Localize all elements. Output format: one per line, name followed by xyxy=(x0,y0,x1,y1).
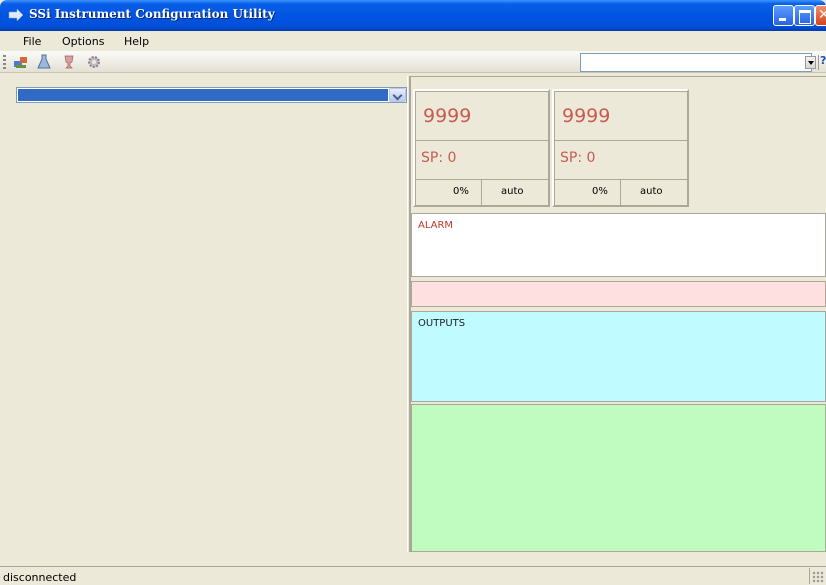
app-icon xyxy=(8,9,24,22)
flask-icon[interactable] xyxy=(36,54,52,70)
output-percent: 0% xyxy=(453,186,469,197)
status-panel-green xyxy=(411,404,826,552)
status-bar: disconnected xyxy=(0,566,826,585)
outputs-panel: OUTPUTS xyxy=(411,311,826,402)
connection-status: disconnected xyxy=(3,571,77,584)
title-bar[interactable]: SSi Instrument Configuration Utility xyxy=(0,0,826,31)
chevron-down-icon[interactable] xyxy=(389,88,406,102)
window-title: SSi Instrument Configuration Utility xyxy=(29,7,275,21)
setpoint-value: SP: 0 xyxy=(421,150,457,166)
output-percent: 0% xyxy=(592,186,608,197)
alarm-label: ALARM xyxy=(418,220,454,231)
process-value: 9999 xyxy=(423,105,472,127)
status-panel: disconnected xyxy=(0,568,810,584)
divider xyxy=(620,180,621,205)
trophy-icon[interactable] xyxy=(61,54,77,70)
setpoint-row: SP: 0 xyxy=(554,140,687,179)
menu-bar: File Options Help xyxy=(0,31,826,51)
alarm-panel: ALARM xyxy=(411,213,826,277)
minimize-button[interactable] xyxy=(773,5,794,26)
menu-file[interactable]: File xyxy=(23,35,41,48)
alert-bar xyxy=(411,281,826,307)
setpoint-row: SP: 0 xyxy=(415,140,548,179)
outputs-label: OUTPUTS xyxy=(418,318,466,329)
connect-icon[interactable] xyxy=(13,54,29,70)
menu-options[interactable]: Options xyxy=(62,35,104,48)
help-icon[interactable]: ? xyxy=(820,54,826,69)
maximize-button[interactable] xyxy=(794,5,815,26)
menu-help[interactable]: Help xyxy=(124,35,149,48)
output-row: 0% auto xyxy=(554,179,687,205)
toolbar-grip[interactable] xyxy=(3,55,6,69)
process-value: 9999 xyxy=(562,105,611,127)
divider xyxy=(481,180,482,205)
gear-icon[interactable] xyxy=(86,54,102,70)
close-button[interactable] xyxy=(815,5,826,26)
mode-label: auto xyxy=(501,186,524,197)
output-row: 0% auto xyxy=(415,179,548,205)
toolbar-combo[interactable] xyxy=(580,53,812,72)
loop-display-2: 9999 SP: 0 0% auto xyxy=(552,89,689,207)
resize-grip[interactable] xyxy=(812,571,824,583)
toolbar-combo-dropdown-button[interactable] xyxy=(805,56,816,69)
instrument-select-highlight xyxy=(18,89,388,101)
mode-label: auto xyxy=(640,186,663,197)
loop-display-1: 9999 SP: 0 0% auto xyxy=(413,89,550,207)
toolbar-separator xyxy=(818,55,819,70)
setpoint-value: SP: 0 xyxy=(560,150,596,166)
